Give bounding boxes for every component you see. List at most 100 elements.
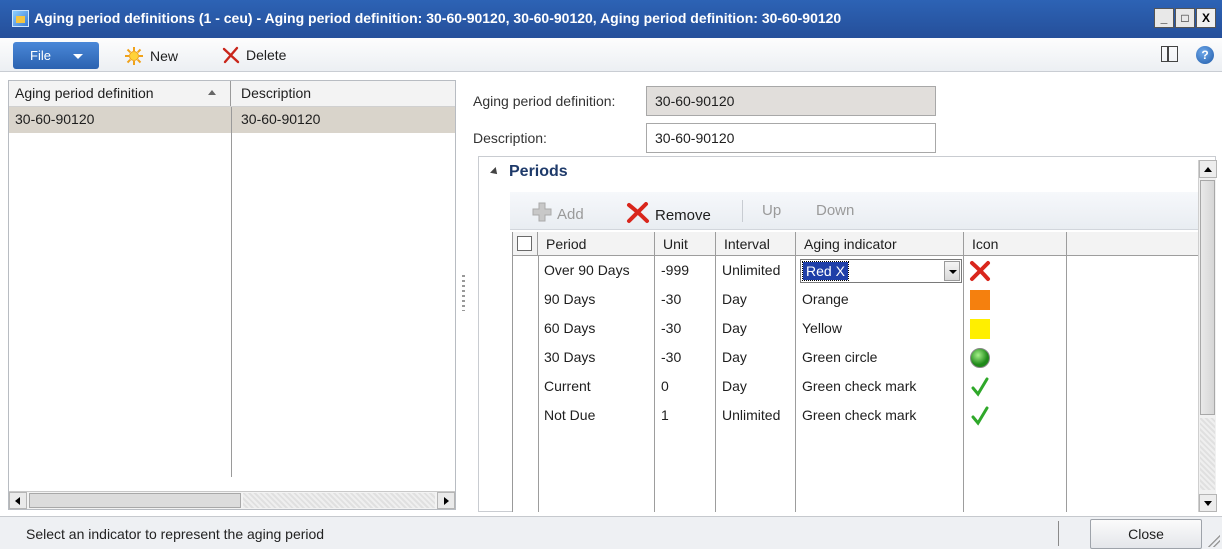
column-header-description-label: Description — [241, 85, 312, 101]
remove-button[interactable]: Remove — [626, 202, 711, 228]
up-label: Up — [762, 202, 782, 219]
description-field[interactable]: 30-60-90120 — [646, 123, 936, 153]
cell-unit[interactable]: -30 — [655, 344, 687, 373]
select-all-checkbox[interactable] — [517, 236, 532, 251]
periods-title: Periods — [509, 163, 568, 180]
window-controls: _ □ X — [1154, 8, 1216, 28]
cell-unit[interactable]: 0 — [655, 373, 675, 402]
collapse-triangle-icon — [490, 167, 500, 177]
status-message: Select an indicator to represent the agi… — [26, 526, 325, 542]
new-sun-icon — [124, 46, 144, 66]
pane-splitter[interactable] — [462, 275, 465, 311]
cell-indicator[interactable]: Green check mark — [796, 402, 922, 431]
select-all-header — [513, 232, 538, 256]
chevron-down-icon[interactable] — [944, 261, 960, 281]
add-icon — [532, 202, 552, 226]
list-row[interactable]: 30-60-90120 30-60-90120 — [9, 107, 455, 133]
column-header-icon[interactable]: Icon — [964, 232, 1067, 256]
minimize-button[interactable]: _ — [1154, 8, 1174, 28]
vertical-scrollbar[interactable] — [1198, 160, 1217, 512]
scroll-up-icon[interactable] — [1199, 160, 1217, 178]
aging-indicator-selected: Red X — [802, 261, 849, 281]
maximize-button[interactable]: □ — [1175, 8, 1195, 28]
cell-interval[interactable]: Day — [716, 344, 753, 373]
remove-x-icon — [626, 202, 650, 228]
cell-interval[interactable]: Day — [716, 286, 753, 315]
cell-indicator[interactable]: Yellow — [796, 315, 848, 344]
column-header-unit[interactable]: Unit — [655, 232, 716, 256]
cell-interval[interactable]: Day — [716, 315, 753, 344]
green-check-icon — [969, 405, 991, 427]
green-circle-icon — [969, 347, 991, 369]
cell-interval[interactable]: Day — [716, 373, 753, 402]
orange-square-icon — [969, 289, 991, 311]
file-label: File — [30, 48, 51, 63]
column-header-period[interactable]: Period — [538, 232, 655, 256]
sort-ascending-icon — [208, 90, 216, 95]
title-bar: Aging period definitions (1 - ceu) - Agi… — [0, 0, 1222, 38]
status-divider — [1058, 521, 1059, 546]
list-header: Aging period definition Description — [9, 81, 455, 107]
down-label: Down — [816, 202, 855, 219]
down-button[interactable]: Down — [816, 202, 854, 219]
scroll-down-icon[interactable] — [1199, 494, 1217, 512]
cell-interval[interactable]: Unlimited — [716, 402, 786, 431]
file-menu-button[interactable]: File — [13, 42, 99, 69]
cell-period[interactable]: Current — [538, 373, 597, 402]
cell-period[interactable]: 60 Days — [538, 315, 601, 344]
up-button[interactable]: Up — [762, 202, 781, 219]
remove-label: Remove — [655, 206, 711, 224]
column-header-description[interactable]: Description — [233, 81, 319, 106]
close-button[interactable]: Close — [1090, 519, 1202, 549]
description-label: Description: — [473, 130, 547, 146]
column-header-definition[interactable]: Aging period definition — [9, 81, 231, 106]
app-icon — [12, 10, 29, 27]
aging-indicator-dropdown[interactable]: Red X — [800, 259, 962, 283]
new-button[interactable]: New — [124, 46, 178, 66]
grid-line — [963, 256, 964, 512]
list-cell-definition: 30-60-90120 — [15, 111, 95, 127]
cell-interval[interactable]: Unlimited — [716, 257, 786, 286]
cell-indicator[interactable]: Green check mark — [796, 373, 922, 402]
periods-header[interactable]: Periods — [490, 163, 568, 181]
scroll-left-icon[interactable] — [9, 492, 27, 509]
column-header-interval[interactable]: Interval — [716, 232, 796, 256]
cell-period[interactable]: 90 Days — [538, 286, 601, 315]
definition-list: Aging period definition Description 30-6… — [8, 80, 456, 510]
status-bar: Select an indicator to represent the agi… — [0, 516, 1222, 549]
scroll-track[interactable] — [1200, 418, 1215, 490]
scroll-track[interactable] — [243, 493, 435, 508]
add-label: Add — [557, 205, 584, 223]
scroll-right-icon[interactable] — [437, 492, 455, 509]
cell-period[interactable]: 30 Days — [538, 344, 601, 373]
delete-button[interactable]: Delete — [222, 46, 286, 64]
periods-action-bar: Add Remove Up Down — [510, 192, 1210, 230]
green-check-icon — [969, 376, 991, 398]
toolbar: File New Delete ? — [0, 38, 1222, 72]
cell-unit[interactable]: 1 — [655, 402, 675, 431]
scroll-thumb[interactable] — [29, 493, 241, 508]
panel-icon[interactable] — [1161, 46, 1178, 62]
definition-label: Aging period definition: — [473, 93, 616, 109]
new-label: New — [150, 48, 179, 64]
cell-period[interactable]: Over 90 Days — [538, 257, 636, 286]
close-window-button[interactable]: X — [1196, 8, 1216, 28]
cell-period[interactable]: Not Due — [538, 402, 601, 431]
chevron-down-icon — [73, 54, 83, 59]
scroll-thumb[interactable] — [1200, 180, 1215, 415]
action-separator — [742, 200, 743, 222]
horizontal-scrollbar[interactable] — [9, 491, 455, 509]
cell-unit[interactable]: -999 — [655, 257, 695, 286]
cell-unit[interactable]: -30 — [655, 286, 687, 315]
delete-label: Delete — [246, 47, 287, 63]
add-button[interactable]: Add — [532, 202, 584, 226]
resize-grip-icon[interactable] — [1208, 535, 1220, 547]
definition-field: 30-60-90120 — [646, 86, 936, 116]
cell-indicator[interactable]: Green circle — [796, 344, 883, 373]
cell-indicator[interactable]: Orange — [796, 286, 855, 315]
help-icon[interactable]: ? — [1196, 46, 1214, 64]
red-x-icon — [969, 260, 991, 282]
cell-unit[interactable]: -30 — [655, 315, 687, 344]
toolbar-right: ? — [1161, 46, 1214, 64]
column-header-aging-indicator[interactable]: Aging indicator — [796, 232, 964, 256]
